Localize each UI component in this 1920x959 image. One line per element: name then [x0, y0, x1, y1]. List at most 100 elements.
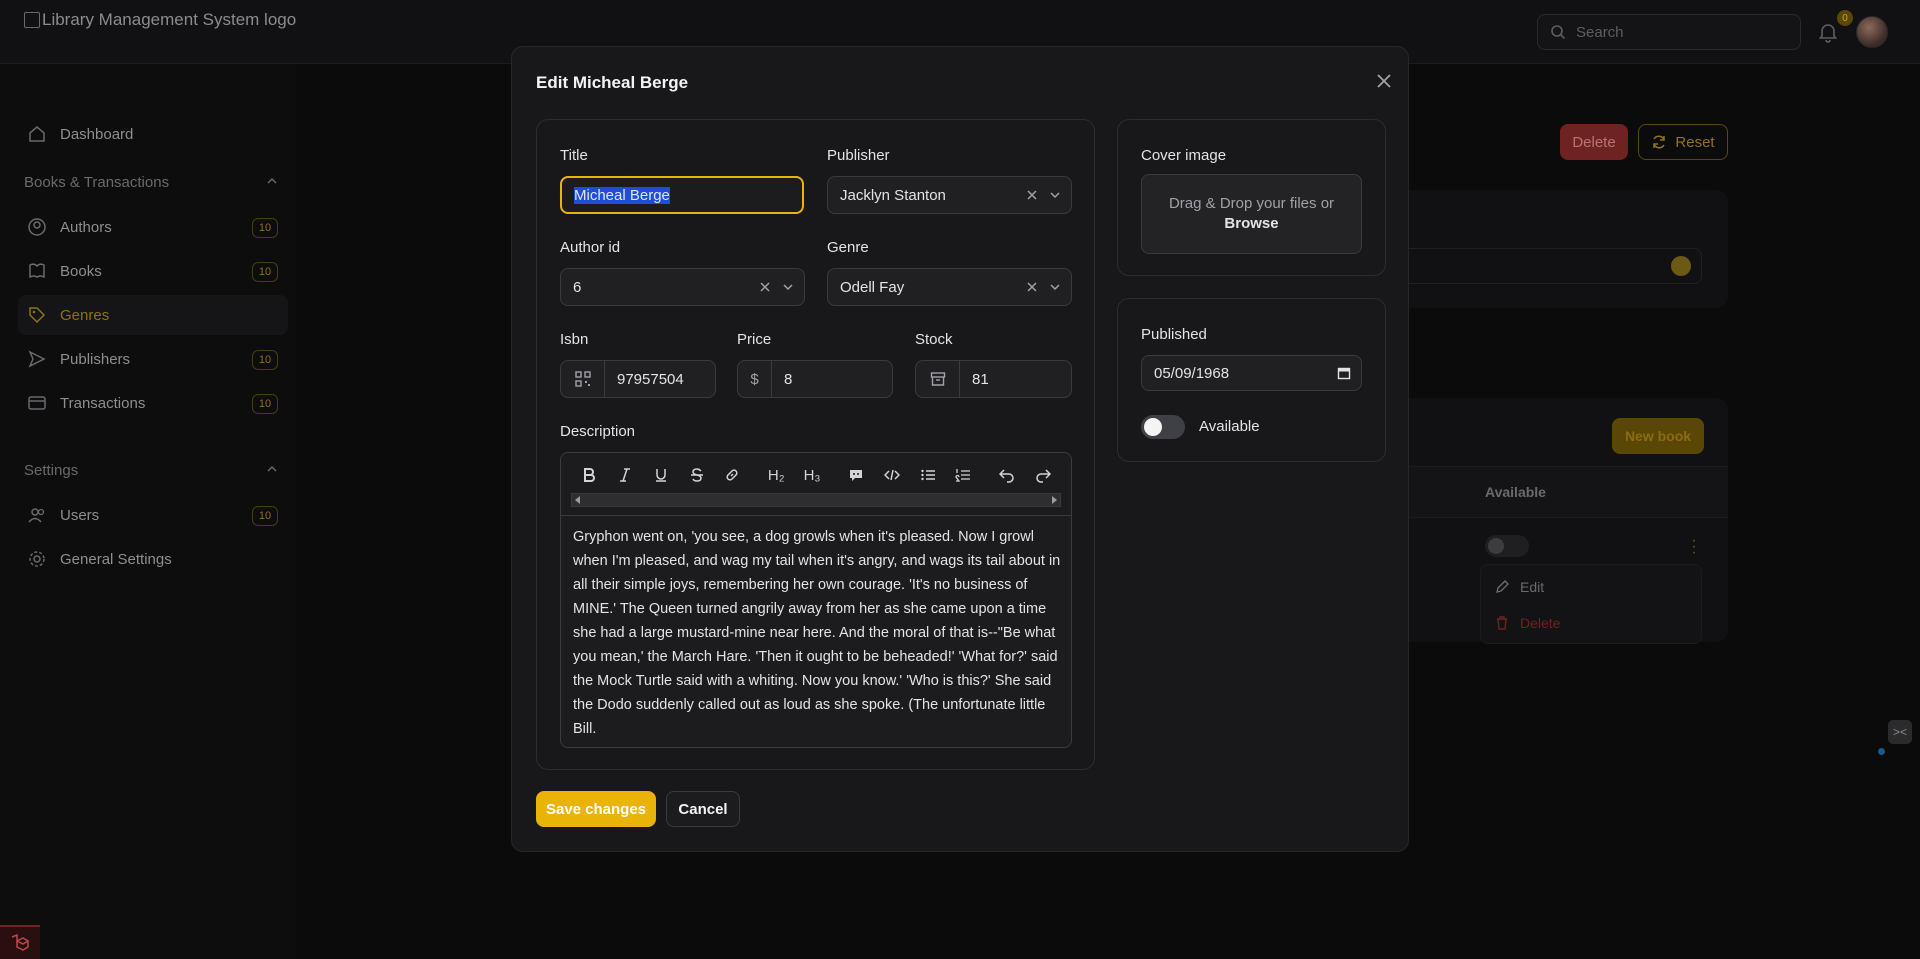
logo-alt-text: Library Management System logo — [42, 10, 297, 29]
genre-select[interactable]: Odell Fay — [827, 268, 1072, 306]
publisher-label: Publisher — [827, 147, 890, 164]
bullet-list-icon[interactable] — [910, 463, 946, 487]
stock-input[interactable]: 81 — [915, 360, 1072, 398]
bold-icon[interactable] — [571, 463, 607, 487]
sidebar-item-publishers[interactable]: Publishers 10 — [18, 339, 288, 379]
sidebar-item-label: Books — [60, 262, 102, 280]
app-logo[interactable]: Library Management System logo — [24, 10, 296, 30]
sidebar-group-label: Settings — [24, 462, 79, 479]
cover-image-label: Cover image — [1141, 147, 1227, 164]
file-dropzone[interactable]: Drag & Drop your files or Browse — [1141, 174, 1362, 254]
modal-title: Edit Micheal Berge — [536, 73, 689, 92]
strikethrough-icon[interactable] — [679, 463, 715, 487]
laravel-icon[interactable] — [0, 925, 40, 959]
underline-icon[interactable] — [643, 463, 679, 487]
clear-icon[interactable] — [1025, 188, 1039, 202]
sidebar-item-transactions[interactable]: Transactions 10 — [18, 383, 288, 423]
book-icon — [26, 260, 48, 282]
search-icon — [1551, 25, 1566, 40]
scroll-left-arrow[interactable] — [575, 496, 580, 504]
italic-icon[interactable] — [607, 463, 643, 487]
editor-toolbar: H₂ H₃ — [571, 463, 1061, 487]
sidebar-item-books[interactable]: Books 10 — [18, 251, 288, 291]
chevron-up-icon — [266, 462, 278, 479]
qr-code-icon — [561, 361, 605, 397]
credit-card-icon — [26, 392, 48, 414]
column-header-available: Available — [1485, 484, 1546, 500]
table-header — [1380, 466, 1728, 518]
redo-icon[interactable] — [1025, 463, 1061, 487]
toolbar-scrollbar[interactable] — [571, 493, 1061, 507]
isbn-input[interactable]: 97957504 — [560, 360, 716, 398]
send-icon — [26, 348, 48, 370]
clear-icon[interactable] — [758, 280, 772, 294]
count-badge: 10 — [252, 394, 278, 414]
broken-image-icon — [24, 12, 40, 28]
debug-toolbar-icon[interactable]: >< — [1888, 720, 1912, 744]
author-label: Author id — [560, 239, 621, 256]
sidebar-item-dashboard[interactable]: Dashboard — [18, 114, 288, 154]
sidebar-item-label: Transactions — [60, 394, 146, 412]
stock-label: Stock — [915, 331, 953, 348]
menu-item-label: Delete — [1520, 615, 1561, 631]
users-icon — [26, 504, 48, 526]
sidebar: Dashboard Books & Transactions Authors 1… — [0, 64, 296, 959]
sidebar-item-label: Publishers — [60, 350, 131, 368]
avatar[interactable] — [1856, 16, 1888, 48]
isbn-label: Isbn — [560, 331, 589, 348]
undo-icon[interactable] — [989, 463, 1025, 487]
cover-image-panel: Cover image Drag & Drop your files or Br… — [1117, 119, 1386, 276]
description-editor[interactable]: H₂ H₃ Gryphon went on, 'you see, a dog g… — [560, 452, 1072, 748]
stock-value: 81 — [972, 370, 989, 388]
scroll-right-arrow[interactable] — [1052, 496, 1057, 504]
count-badge: 10 — [252, 218, 278, 238]
published-label: Published — [1141, 326, 1207, 343]
currency-prefix: $ — [738, 361, 772, 397]
browse-link[interactable]: Browse — [1224, 214, 1278, 234]
archive-box-icon — [916, 361, 960, 397]
user-circle-icon — [26, 216, 48, 238]
genre-label: Genre — [827, 239, 869, 256]
sidebar-group-settings[interactable]: Settings — [24, 462, 278, 479]
bell-icon[interactable] — [1816, 20, 1840, 44]
chevron-down-icon — [1050, 284, 1060, 291]
available-label: Available — [1199, 418, 1260, 435]
sidebar-item-label: Authors — [60, 218, 112, 236]
search-input[interactable]: Search — [1537, 14, 1801, 50]
description-label: Description — [560, 423, 636, 440]
sidebar-item-users[interactable]: Users 10 — [18, 495, 288, 535]
author-select[interactable]: 6 — [560, 268, 805, 306]
title-input[interactable]: Micheal Berge — [560, 176, 804, 214]
reset-label: Reset — [1675, 133, 1715, 151]
published-date-input[interactable]: 05/09/1968 — [1141, 355, 1362, 391]
title-label: Title — [560, 147, 588, 164]
chevron-down-icon — [783, 284, 793, 291]
sidebar-item-general-settings[interactable]: General Settings — [18, 539, 288, 579]
calendar-icon[interactable] — [1337, 366, 1351, 380]
ordered-list-icon[interactable] — [946, 463, 982, 487]
menu-item-delete: Delete — [1494, 615, 1560, 631]
title-value: Micheal Berge — [574, 186, 670, 204]
published-value: 05/09/1968 — [1154, 364, 1230, 382]
code-icon[interactable] — [874, 463, 910, 487]
link-icon[interactable] — [714, 463, 750, 487]
sidebar-group-books[interactable]: Books & Transactions — [24, 174, 278, 191]
clear-icon[interactable] — [1025, 280, 1039, 294]
description-text[interactable]: Gryphon went on, 'you see, a dog growls … — [573, 525, 1063, 741]
heading-3-icon[interactable]: H₃ — [794, 463, 830, 487]
sidebar-item-authors[interactable]: Authors 10 — [18, 207, 288, 247]
close-icon[interactable] — [1370, 67, 1398, 95]
menu-item-label: Edit — [1520, 579, 1545, 595]
save-changes-button[interactable]: Save changes — [536, 791, 656, 827]
status-dot — [1878, 748, 1885, 755]
blockquote-icon[interactable] — [838, 463, 874, 487]
tag-icon — [26, 304, 48, 326]
price-input[interactable]: $ 8 — [737, 360, 893, 398]
available-toggle[interactable] — [1141, 415, 1185, 439]
publisher-select[interactable]: Jacklyn Stanton — [827, 176, 1072, 214]
heading-2-icon[interactable]: H₂ — [758, 463, 794, 487]
sidebar-item-label: Genres — [60, 306, 110, 324]
sidebar-item-genres[interactable]: Genres — [18, 295, 288, 335]
publisher-value: Jacklyn Stanton — [840, 186, 946, 204]
cancel-button[interactable]: Cancel — [666, 791, 740, 827]
